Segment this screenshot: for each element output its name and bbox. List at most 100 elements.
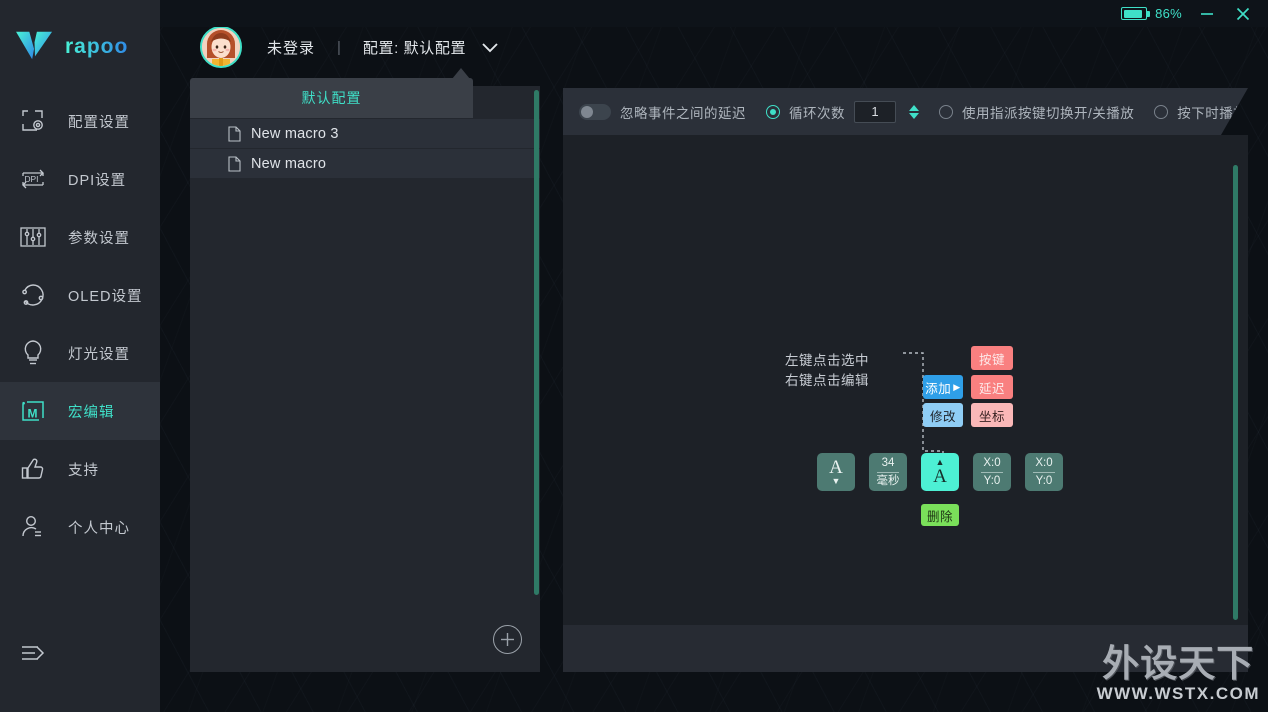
event-key-label: A xyxy=(933,466,947,487)
context-add-label: 添加 xyxy=(925,381,952,396)
sidebar-label: 个人中心 xyxy=(68,520,130,537)
context-delete-button[interactable]: 删除 xyxy=(921,504,959,526)
tile-divider xyxy=(1033,471,1055,473)
macro-playback-toolbar: 忽略事件之间的延迟 循环次数 使用指派按键切换开/关播放 按下时播放 xyxy=(563,88,1248,135)
thumbs-up-icon xyxy=(18,454,48,484)
macro-editor-panel: 忽略事件之间的延迟 循环次数 使用指派按键切换开/关播放 按下时播放 左键点击选… xyxy=(563,88,1248,672)
context-coordinate-button[interactable]: 坐标 xyxy=(971,403,1013,427)
context-modify-label: 修改 xyxy=(929,409,956,424)
sidebar-item-dpi-settings[interactable]: DPI DPI设置 xyxy=(0,150,160,208)
profile-dropdown-header[interactable]: 默认配置 xyxy=(190,78,473,118)
sidebar-label: 配置设置 xyxy=(68,114,130,131)
macro-icon: M xyxy=(18,396,48,426)
sidebar-label: 参数设置 xyxy=(68,230,130,247)
sidebar-label: OLED设置 xyxy=(68,288,143,305)
context-key-label: 按键 xyxy=(978,352,1005,367)
list-item[interactable]: New macro xyxy=(190,148,540,178)
macro-event-tile[interactable]: X:0 Y:0 xyxy=(973,453,1011,491)
macro-list-scrollbar[interactable] xyxy=(534,90,539,595)
list-item[interactable]: New macro 3 xyxy=(190,118,540,148)
chevron-down-icon[interactable] xyxy=(480,40,500,54)
macro-event-tile[interactable]: X:0 Y:0 xyxy=(1025,453,1063,491)
context-key-button[interactable]: 按键 xyxy=(971,346,1013,370)
battery-icon xyxy=(1121,7,1151,20)
brand-logo-area: rapoo xyxy=(0,0,160,92)
context-delay-label: 延迟 xyxy=(978,381,1005,396)
loop-count-spinner[interactable] xyxy=(909,104,919,119)
editor-footer-bar xyxy=(563,625,1248,672)
loop-count-label: 循环次数 xyxy=(789,105,845,121)
spinner-down-icon xyxy=(909,112,919,119)
svg-text:M: M xyxy=(28,407,38,421)
oled-icon xyxy=(18,280,48,310)
separator: | xyxy=(337,38,341,56)
macro-event-tile[interactable]: A ▼ xyxy=(817,453,855,491)
context-delay-button[interactable]: 延迟 xyxy=(971,375,1013,399)
event-coord-x: X:0 xyxy=(1035,456,1053,469)
toggle-playback-radio[interactable] xyxy=(939,104,953,119)
dropdown-pointer xyxy=(452,68,470,79)
loop-count-input[interactable] xyxy=(854,100,896,123)
minimize-button[interactable] xyxy=(1196,3,1218,25)
sidebar-label: 宏编辑 xyxy=(68,404,115,421)
sidebar-item-support[interactable]: 支持 xyxy=(0,440,160,498)
profile-settings-icon xyxy=(18,106,48,136)
hint-line-1: 左键点击选中 xyxy=(785,353,869,368)
sidebar-item-profile-settings[interactable]: 配置设置 xyxy=(0,92,160,150)
macro-event-canvas[interactable]: 左键点击选中 右键点击编辑 添加 ▶ 修改 按键 延迟 坐标 删除 A ▼ 34… xyxy=(563,135,1248,625)
collapse-menu-icon[interactable] xyxy=(18,638,48,668)
context-add-button[interactable]: 添加 ▶ xyxy=(923,375,963,399)
battery-percent-label: 86% xyxy=(1155,6,1182,21)
title-bar: 86% xyxy=(160,0,1268,27)
dpi-icon: DPI xyxy=(18,164,48,194)
lighting-icon xyxy=(18,338,48,368)
context-delete-label: 删除 xyxy=(926,509,953,524)
profile-dropdown-selected: 默认配置 xyxy=(301,90,362,106)
macro-name: New macro xyxy=(251,155,327,172)
ignore-delay-toggle[interactable] xyxy=(579,103,611,120)
battery-indicator: 86% xyxy=(1121,6,1182,21)
sidebar-item-parameter-settings[interactable]: 参数设置 xyxy=(0,208,160,266)
event-delay-unit: 毫秒 xyxy=(876,474,900,487)
event-key-label: A xyxy=(829,457,843,478)
canvas-scrollbar[interactable] xyxy=(1233,165,1238,620)
event-coord-y: Y:0 xyxy=(1035,474,1053,487)
submenu-caret-icon: ▶ xyxy=(953,381,961,392)
svg-text:DPI: DPI xyxy=(25,174,39,184)
sidebar-label: DPI设置 xyxy=(68,172,127,189)
svg-text:rapoo: rapoo xyxy=(65,35,128,58)
sidebar-label: 灯光设置 xyxy=(68,346,130,363)
login-status-label[interactable]: 未登录 xyxy=(267,37,315,58)
context-modify-button[interactable]: 修改 xyxy=(923,403,963,427)
active-profile-label[interactable]: 配置: 默认配置 xyxy=(363,37,466,58)
toggle-playback-label: 使用指派按键切换开/关播放 xyxy=(962,105,1135,121)
add-macro-button[interactable] xyxy=(493,625,522,654)
sidebar-label: 支持 xyxy=(68,462,99,479)
file-icon xyxy=(228,155,241,172)
hold-play-radio[interactable] xyxy=(1154,104,1169,119)
sidebar-item-macro-editor[interactable]: M 宏编辑 xyxy=(0,382,160,440)
user-icon xyxy=(18,512,48,542)
parameters-icon xyxy=(18,222,48,252)
hint-line-2: 右键点击编辑 xyxy=(785,373,869,388)
file-icon xyxy=(228,125,241,142)
macro-event-tile[interactable]: 34 毫秒 xyxy=(869,453,907,491)
sidebar-item-lighting-settings[interactable]: 灯光设置 xyxy=(0,324,160,382)
spinner-up-icon xyxy=(909,104,919,111)
editor-hint-text: 左键点击选中 右键点击编辑 xyxy=(785,351,869,391)
context-coordinate-label: 坐标 xyxy=(978,409,1005,424)
tile-divider xyxy=(981,471,1003,473)
close-button[interactable] xyxy=(1232,3,1254,25)
macro-event-tile-selected[interactable]: ▲ A xyxy=(921,453,959,491)
rapoo-v-logo-icon xyxy=(16,31,53,60)
tile-divider xyxy=(877,471,899,473)
key-up-arrow-icon: ▼ xyxy=(831,476,841,486)
user-avatar[interactable] xyxy=(200,26,242,68)
event-coord-x: X:0 xyxy=(983,456,1001,469)
sidebar-item-user-center[interactable]: 个人中心 xyxy=(0,498,160,556)
loop-count-radio[interactable] xyxy=(766,104,780,119)
sidebar-item-oled-settings[interactable]: OLED设置 xyxy=(0,266,160,324)
event-delay-value: 34 xyxy=(881,456,895,469)
hold-play-label: 按下时播放 xyxy=(1177,105,1248,121)
rapoo-wordmark: rapoo xyxy=(65,35,128,58)
